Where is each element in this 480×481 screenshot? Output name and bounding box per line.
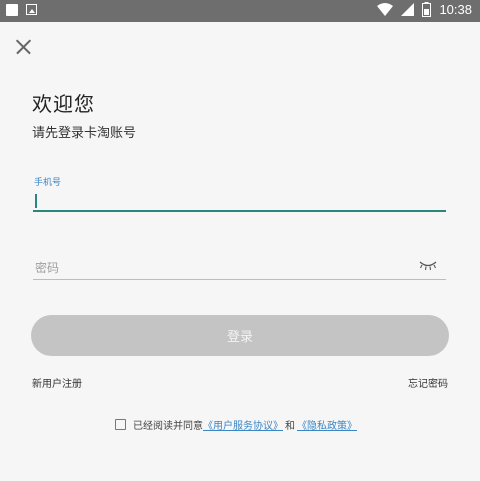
status-bar: 10:38 <box>0 0 480 22</box>
forgot-password-link[interactable]: 忘记密码 <box>408 375 448 390</box>
eye-closed-icon[interactable] <box>418 259 438 271</box>
agreement-checkbox[interactable] <box>115 419 126 430</box>
and-text: 和 <box>285 421 295 432</box>
page-title: 欢迎您 <box>32 92 95 116</box>
close-icon[interactable] <box>13 36 35 58</box>
agreement-text: 已经阅读并同意 <box>133 421 203 432</box>
login-button[interactable]: 登录 <box>31 315 449 356</box>
notification-app-icon <box>6 4 18 16</box>
page-subtitle: 请先登录卡淘账号 <box>32 126 137 141</box>
phone-label: 手机号 <box>34 178 62 188</box>
text-cursor <box>35 194 37 208</box>
image-notification-icon <box>26 4 37 15</box>
signal-icon <box>401 3 415 16</box>
password-input[interactable] <box>33 256 446 280</box>
notification-icons <box>6 4 37 16</box>
status-time: 10:38 <box>439 2 472 17</box>
system-icons: 10:38 <box>377 2 472 17</box>
user-agreement-link[interactable]: 《用户服务协议》 <box>203 417 283 432</box>
wifi-icon <box>377 3 394 16</box>
battery-icon <box>422 2 432 17</box>
register-link[interactable]: 新用户注册 <box>32 375 82 390</box>
phone-input[interactable] <box>33 188 446 212</box>
privacy-policy-link[interactable]: 《隐私政策》 <box>297 417 357 432</box>
agreement-row: 已经阅读并同意 《用户服务协议》 和 《隐私政策》 <box>115 417 357 432</box>
